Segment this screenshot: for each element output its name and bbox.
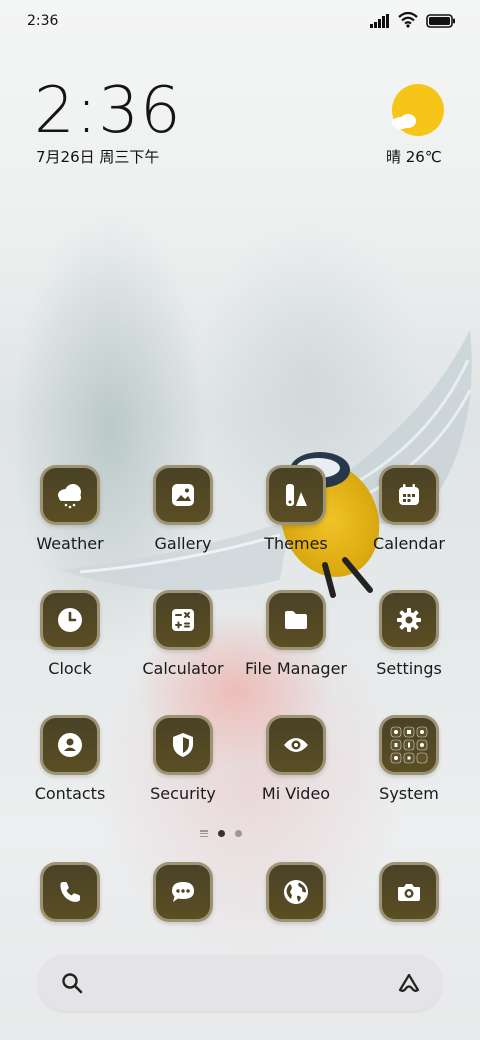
calendar-icon — [379, 465, 439, 525]
search-icon — [62, 973, 83, 994]
clock-widget-time[interactable]: 2:36 — [34, 76, 182, 146]
app-drawer-lines-icon — [200, 830, 208, 837]
app-settings[interactable]: Settings — [354, 590, 464, 678]
themes-icon — [266, 465, 326, 525]
app-contacts[interactable]: Contacts — [15, 715, 125, 803]
clock-icon — [40, 590, 100, 650]
app-folder-system[interactable]: System — [354, 715, 464, 803]
phone-icon — [40, 862, 100, 922]
signal-icon — [370, 13, 390, 32]
dock-browser[interactable] — [241, 862, 351, 922]
weather-icon — [40, 465, 100, 525]
app-file-manager[interactable]: File Manager — [241, 590, 351, 678]
app-label: Security — [150, 784, 216, 803]
gallery-icon — [153, 465, 213, 525]
page-dot-active — [218, 830, 225, 837]
search-bar[interactable] — [38, 955, 442, 1011]
app-label: Calculator — [142, 659, 224, 678]
app-label: Weather — [36, 534, 104, 553]
app-gallery[interactable]: Gallery — [128, 465, 238, 553]
clock-widget-date: 7月26日 周三下午 — [36, 148, 160, 166]
messages-icon — [153, 862, 213, 922]
app-clock[interactable]: Clock — [15, 590, 125, 678]
status-time: 2:36 — [27, 13, 59, 29]
app-label: Clock — [48, 659, 92, 678]
app-themes[interactable]: Themes — [241, 465, 351, 553]
wifi-icon — [398, 11, 418, 32]
camera-icon — [379, 862, 439, 922]
dock-phone[interactable] — [15, 862, 125, 922]
contacts-icon — [40, 715, 100, 775]
app-label: Themes — [264, 534, 328, 553]
app-label: System — [379, 784, 439, 803]
eye-icon — [266, 715, 326, 775]
gear-icon — [379, 590, 439, 650]
weather-cloud-icon — [392, 114, 416, 129]
folder-grid-icon — [379, 715, 439, 775]
status-bar: 2:36 — [0, 0, 480, 42]
shield-icon — [153, 715, 213, 775]
app-calendar[interactable]: Calendar — [354, 465, 464, 553]
app-label: Calendar — [373, 534, 445, 553]
dock-camera[interactable] — [354, 862, 464, 922]
dock-messages[interactable] — [128, 862, 238, 922]
app-calculator[interactable]: Calculator — [128, 590, 238, 678]
calculator-icon — [153, 590, 213, 650]
app-label: Settings — [376, 659, 442, 678]
app-security[interactable]: Security — [128, 715, 238, 803]
app-mi-video[interactable]: Mi Video — [241, 715, 351, 803]
battery-icon — [426, 13, 456, 32]
weather-widget-temp: 晴 26℃ — [386, 148, 442, 166]
assistant-icon[interactable] — [396, 970, 422, 996]
page-dot — [235, 830, 242, 837]
app-label: Gallery — [154, 534, 212, 553]
app-label: File Manager — [245, 659, 347, 678]
page-indicator[interactable] — [200, 830, 242, 837]
app-weather[interactable]: Weather — [15, 465, 125, 553]
folder-icon — [266, 590, 326, 650]
globe-icon — [266, 862, 326, 922]
app-label: Contacts — [34, 784, 106, 803]
app-label: Mi Video — [261, 784, 331, 803]
